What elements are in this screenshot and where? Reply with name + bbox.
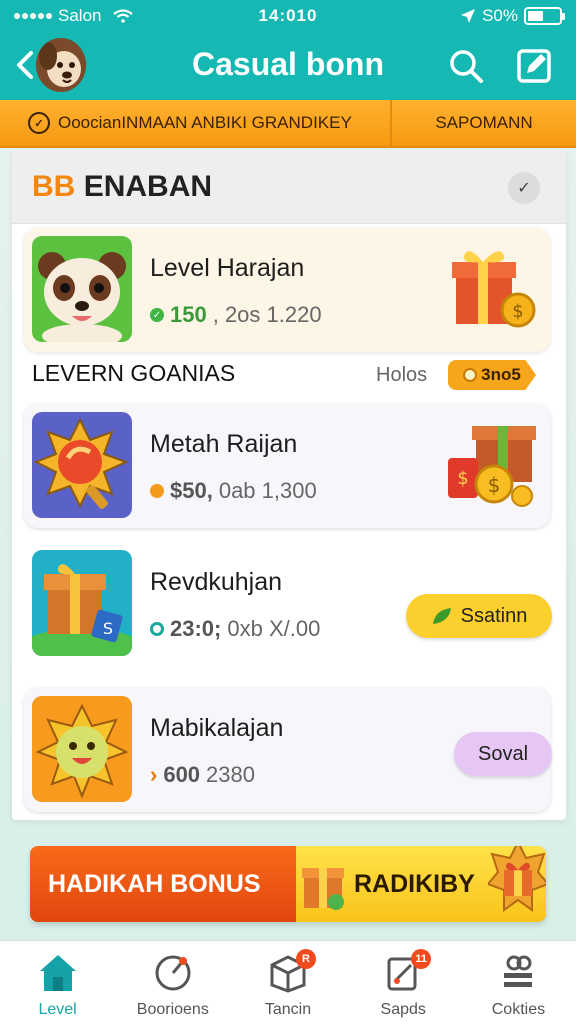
list-item-mabikalajan[interactable]: Mabikalajan › 600 2380 Soval bbox=[24, 688, 552, 812]
stack-icon bbox=[504, 955, 533, 987]
notification-badge: R bbox=[296, 949, 316, 969]
notification-badge: 11 bbox=[411, 949, 432, 969]
coin-icon: ✓ bbox=[28, 112, 50, 134]
list-item-level-harajan[interactable]: Level Harajan ✓ 150 , 2os 1.220 $ bbox=[24, 228, 550, 352]
gift-box-icon bbox=[302, 868, 344, 910]
bonus-left-label: HADIKAH BONUS bbox=[30, 846, 296, 922]
item-stat-rest: 0xb X/.00 bbox=[227, 616, 321, 641]
nav-item-sapds[interactable]: 11 Sapds bbox=[346, 941, 461, 1024]
battery-icon bbox=[524, 7, 565, 25]
gift-box-icon: $ $ bbox=[448, 426, 536, 507]
item-action-button[interactable]: Ssatinn bbox=[406, 594, 552, 638]
nav-item-level[interactable]: Level bbox=[0, 941, 115, 1024]
subsection-label: LEVERN GOANIAS bbox=[32, 360, 236, 386]
banner-left-text: OoocianINMAAN ANBIKI GRANDIKEY bbox=[58, 113, 352, 132]
nav-label: Tancin bbox=[264, 1001, 312, 1018]
promo-banner[interactable]: ✓ OoocianINMAAN ANBIKI GRANDIKEY SAPOMAN… bbox=[0, 100, 576, 148]
item-stat-rest: , 2os 1.220 bbox=[212, 302, 322, 327]
item-title: Revdkuhjan bbox=[150, 568, 283, 596]
nav-item-boorioens[interactable]: Boorioens bbox=[115, 941, 230, 1024]
location-icon bbox=[461, 9, 476, 23]
section-title-prefix: BB bbox=[32, 170, 76, 203]
svg-text:S: S bbox=[103, 619, 113, 638]
sun-face-icon bbox=[32, 696, 132, 802]
svg-text:$: $ bbox=[512, 301, 523, 322]
battery-percent: S0% bbox=[482, 6, 518, 25]
nav-label: Cokties bbox=[491, 1001, 546, 1018]
bonus-right-label: RADIKIBY bbox=[354, 870, 475, 898]
box-icon: S bbox=[32, 550, 132, 656]
leaf-icon bbox=[432, 608, 451, 624]
list-item-metah-raijan[interactable]: Metah Raijan $50, 0ab 1,300 $ $ bbox=[24, 404, 550, 528]
section-title-text: ENABAN bbox=[83, 170, 213, 203]
home-icon bbox=[39, 955, 76, 991]
gem-icon bbox=[150, 622, 164, 636]
item-stat-rest: 0ab 1,300 bbox=[218, 478, 317, 503]
action-label: Ssatinn bbox=[460, 604, 528, 627]
search-icon[interactable] bbox=[446, 46, 486, 86]
badge-value: 3no5 bbox=[481, 365, 521, 384]
compass-icon bbox=[155, 955, 191, 991]
item-stat-lead: $50, bbox=[170, 478, 213, 503]
action-label: Soval bbox=[477, 742, 529, 765]
panda-icon bbox=[32, 236, 132, 342]
item-stats: 23:0; 0xb X/.00 bbox=[150, 616, 320, 642]
nav-label: Sapds bbox=[380, 1001, 426, 1018]
status-time: 14:010 bbox=[258, 6, 318, 25]
coin-icon bbox=[463, 368, 478, 382]
item-stat-lead: 150 bbox=[170, 302, 207, 327]
svg-text:$: $ bbox=[488, 473, 501, 497]
bottom-nav: Level Boorioens R Tancin 11 Sapds Coktie… bbox=[0, 940, 576, 1024]
section-header: BB ENABAN ✓ bbox=[12, 150, 566, 224]
status-bar: Salon 14:010 S0% bbox=[0, 0, 576, 32]
carrier-label: Salon bbox=[58, 6, 102, 25]
item-action-button[interactable]: Soval bbox=[454, 732, 552, 776]
list-item-revdkuhjan[interactable]: S Revdkuhjan 23:0; 0xb X/.00 Ssatinn bbox=[24, 542, 552, 666]
arrow-icon: › bbox=[150, 762, 158, 787]
nav-label: Level bbox=[38, 1001, 77, 1018]
item-stat-lead: 23:0; bbox=[170, 616, 222, 641]
app-header: Casual bonn bbox=[0, 32, 576, 100]
banner-right-text[interactable]: SAPOMANN bbox=[392, 113, 576, 133]
svg-text:$: $ bbox=[457, 468, 468, 489]
edit-icon[interactable] bbox=[514, 46, 554, 86]
sun-badge-icon bbox=[32, 412, 132, 518]
item-title: Metah Raijan bbox=[150, 430, 298, 458]
nav-item-cokties[interactable]: Cokties bbox=[461, 941, 576, 1024]
coin-icon bbox=[150, 484, 164, 498]
nav-item-tancin[interactable]: R Tancin bbox=[230, 941, 345, 1024]
item-stats: $50, 0ab 1,300 bbox=[150, 478, 317, 504]
item-title: Level Harajan bbox=[150, 254, 305, 282]
star-gift-icon bbox=[488, 846, 546, 912]
wifi-icon bbox=[113, 9, 134, 23]
page-title: Casual bonn bbox=[191, 46, 384, 82]
subsection-badge[interactable]: 3no5 bbox=[448, 360, 536, 390]
check-icon: ✓ bbox=[150, 308, 164, 322]
main-card: BB ENABAN ✓ Level Harajan ✓ 150 , 2os 1.… bbox=[12, 150, 566, 820]
nav-label: Boorioens bbox=[136, 1001, 209, 1018]
item-stats: › 600 2380 bbox=[150, 762, 255, 788]
item-stat-lead: 600 bbox=[163, 762, 201, 787]
signal-icon bbox=[14, 13, 52, 19]
bonus-banner[interactable]: HADIKAH BONUS RADIKIBY bbox=[30, 846, 546, 922]
item-stat-rest: 2380 bbox=[206, 762, 255, 787]
section-menu-button[interactable]: ✓ bbox=[508, 172, 540, 204]
item-stats: ✓ 150 , 2os 1.220 bbox=[150, 302, 322, 328]
section-title: BB ENABAN bbox=[32, 170, 212, 204]
subsection-hint[interactable]: Holos bbox=[376, 364, 427, 387]
gift-box-icon: $ bbox=[452, 251, 536, 328]
item-title: Mabikalajan bbox=[150, 714, 284, 742]
